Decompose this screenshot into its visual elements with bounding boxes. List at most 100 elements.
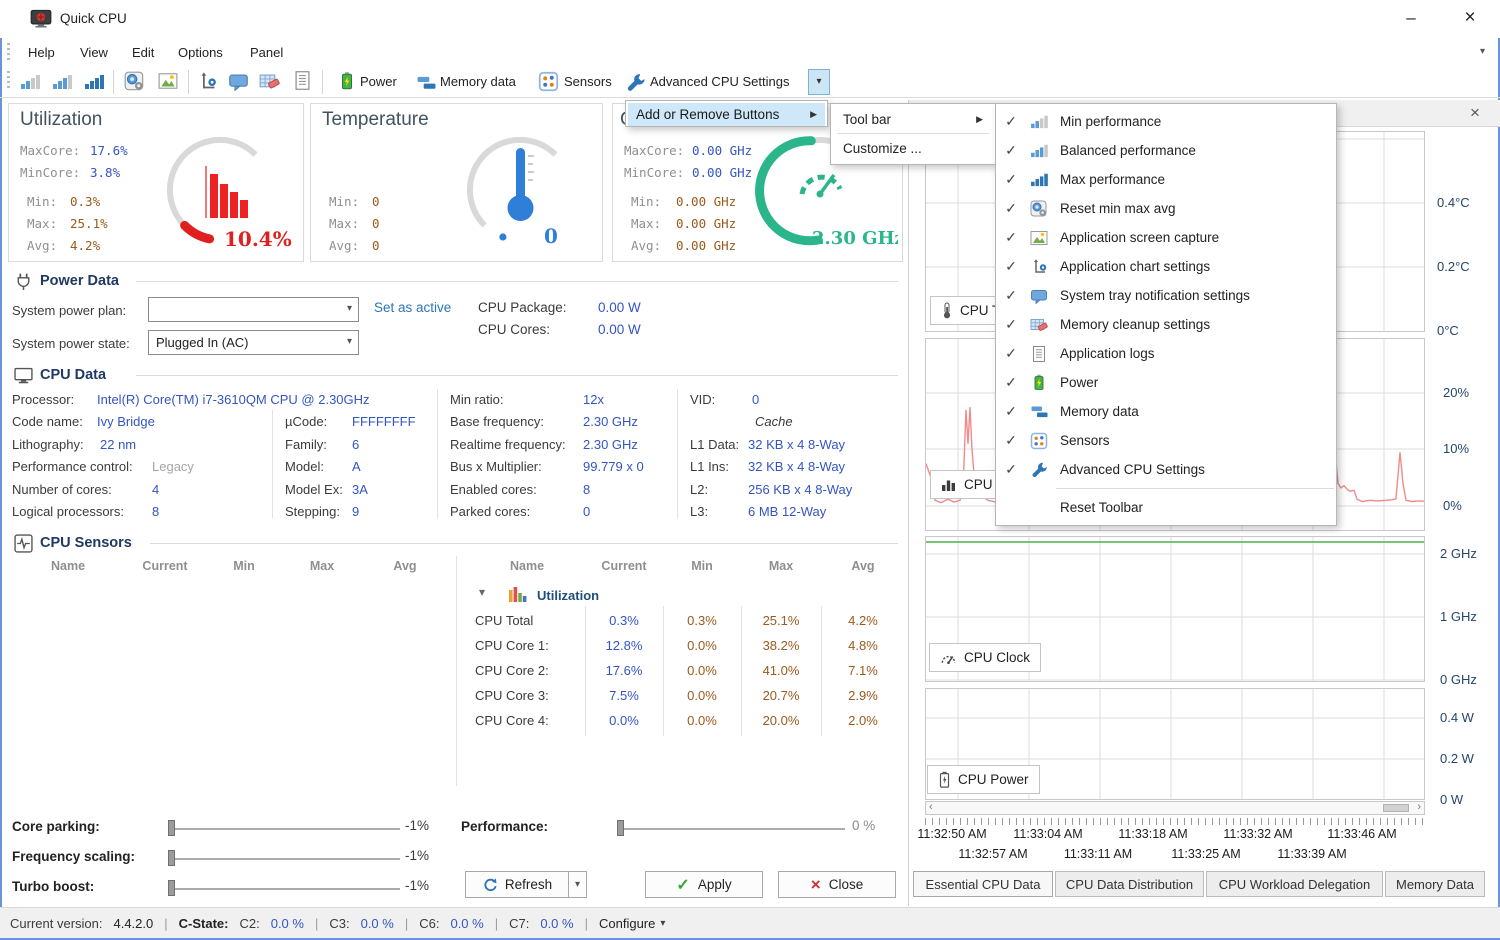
frequency-scaling-slider[interactable] bbox=[168, 858, 400, 860]
tab-cpu-workload-delegation[interactable]: CPU Workload Delegation bbox=[1206, 871, 1383, 897]
sensors-left-col-name[interactable]: Name bbox=[51, 559, 85, 573]
set-as-active-link[interactable]: Set as active bbox=[374, 300, 451, 315]
menu-panel[interactable]: Panel bbox=[250, 45, 283, 60]
menu-item-reset-toolbar[interactable]: Reset Toolbar bbox=[996, 493, 1336, 522]
system-power-state-select[interactable]: Plugged In (AC)▾ bbox=[148, 330, 359, 355]
utilization-group-label[interactable]: Utilization bbox=[537, 588, 599, 603]
temperature-max-label: Max: bbox=[329, 216, 359, 231]
l3-label: L3: bbox=[690, 504, 708, 519]
sensors-col-divider bbox=[663, 606, 664, 736]
sensor-row-name[interactable]: CPU Core 1: bbox=[475, 638, 549, 653]
menu-item-sensors[interactable]: ✓ Sensors bbox=[996, 426, 1336, 455]
menu-item-power[interactable]: ✓ Power bbox=[996, 368, 1336, 397]
core-parking-slider-thumb[interactable] bbox=[168, 820, 175, 836]
menu-edit[interactable]: Edit bbox=[132, 45, 154, 60]
configure-chevron-icon[interactable]: ▾ bbox=[660, 918, 665, 929]
tool-bar-item[interactable]: Tool bar ▶ bbox=[833, 106, 993, 132]
max-performance-icon[interactable] bbox=[84, 73, 104, 90]
status-separator: | bbox=[585, 916, 588, 931]
chart-settings-icon[interactable] bbox=[198, 71, 218, 91]
menubar-overflow-icon[interactable]: ▾ bbox=[1480, 46, 1485, 57]
scrollbar-thumb[interactable] bbox=[1383, 804, 1409, 812]
sensors-right-col-min[interactable]: Min bbox=[691, 559, 713, 573]
scroll-left-icon[interactable]: ‹ bbox=[929, 801, 933, 813]
tab-cpu-data-distribution[interactable]: CPU Data Distribution bbox=[1055, 871, 1204, 897]
menu-help[interactable]: Help bbox=[28, 45, 55, 60]
tab-memory-data[interactable]: Memory Data bbox=[1385, 871, 1485, 897]
menu-item-reset-min-max-avg[interactable]: ✓ Reset min max avg bbox=[996, 194, 1336, 223]
system-power-plan-select[interactable]: ▾ bbox=[148, 297, 359, 322]
application-logs-icon[interactable] bbox=[293, 70, 312, 91]
tray-notification-icon[interactable] bbox=[228, 72, 249, 91]
turbo-boost-slider[interactable] bbox=[168, 888, 400, 890]
menu-item-tray-notification[interactable]: ✓ System tray notification settings bbox=[996, 281, 1336, 310]
sensor-row-name[interactable]: CPU Core 4: bbox=[475, 713, 549, 728]
sensors-right-col-current[interactable]: Current bbox=[601, 559, 646, 573]
turbo-boost-slider-thumb[interactable] bbox=[168, 880, 175, 896]
chart-h-scrollbar[interactable]: ‹ › bbox=[925, 801, 1425, 815]
base-frequency-value: 2.30 GHz bbox=[583, 414, 638, 429]
power-icon[interactable] bbox=[338, 70, 356, 92]
advanced-cpu-settings-button-label[interactable]: Advanced CPU Settings bbox=[650, 74, 789, 89]
sensors-button-label[interactable]: Sensors bbox=[564, 74, 612, 89]
performance-slider[interactable] bbox=[617, 828, 845, 830]
cpu-clock-legend[interactable]: CPU Clock bbox=[929, 643, 1041, 672]
sensors-left-col-current[interactable]: Current bbox=[142, 559, 187, 573]
memory-cleanup-icon[interactable] bbox=[259, 72, 280, 91]
balanced-performance-icon[interactable] bbox=[52, 73, 72, 90]
chart-settings-icon bbox=[1026, 258, 1052, 275]
frequency-scaling-slider-thumb[interactable] bbox=[168, 850, 175, 866]
configure-menu[interactable]: Configure bbox=[599, 916, 655, 931]
sensor-row-name[interactable]: CPU Core 2: bbox=[475, 663, 549, 678]
menu-item-max-performance[interactable]: ✓ Max performance bbox=[996, 165, 1336, 194]
sensor-row-name[interactable]: CPU Core 3: bbox=[475, 688, 549, 703]
tab-essential-cpu-data[interactable]: Essential CPU Data bbox=[913, 871, 1053, 897]
refresh-dropdown-button[interactable]: ▾ bbox=[568, 871, 587, 898]
sensors-icon[interactable] bbox=[538, 71, 559, 92]
menu-item-screen-capture[interactable]: ✓ Application screen capture bbox=[996, 223, 1336, 252]
sensor-row-current: 7.5% bbox=[609, 688, 639, 703]
add-or-remove-buttons-item[interactable]: Add or Remove Buttons ▶ bbox=[628, 103, 825, 126]
cpu-power-legend[interactable]: CPU Power bbox=[927, 765, 1040, 794]
toolbar-dropdown-button[interactable]: ▾ bbox=[808, 69, 830, 95]
sensors-right-col-avg[interactable]: Avg bbox=[851, 559, 874, 573]
charts-panel-close-icon[interactable]: × bbox=[1470, 103, 1480, 123]
menu-item-memory-data[interactable]: ✓ Memory data bbox=[996, 397, 1336, 426]
apply-button[interactable]: ✓ Apply bbox=[645, 871, 763, 898]
menu-item-balanced-performance[interactable]: ✓ Balanced performance bbox=[996, 136, 1336, 165]
customize-item[interactable]: Customize ... bbox=[833, 135, 993, 161]
menu-item-advanced-cpu-settings[interactable]: ✓ Advanced CPU Settings bbox=[996, 455, 1336, 484]
menu-view[interactable]: View bbox=[80, 45, 108, 60]
advanced-cpu-settings-icon[interactable] bbox=[626, 72, 646, 92]
reset-min-max-avg-icon[interactable] bbox=[124, 71, 145, 92]
sensors-left-col-max[interactable]: Max bbox=[310, 559, 334, 573]
group-collapse-chevron-icon[interactable]: ▾ bbox=[479, 585, 485, 599]
menu-item-application-logs[interactable]: ✓ Application logs bbox=[996, 339, 1336, 368]
sensors-right-col-name[interactable]: Name bbox=[510, 559, 544, 573]
menu-item-chart-settings[interactable]: ✓ Application chart settings bbox=[996, 252, 1336, 281]
minimize-button[interactable]: – bbox=[1390, 2, 1432, 34]
sensor-row-name[interactable]: CPU Total bbox=[475, 613, 533, 628]
close-panel-button[interactable]: × Close bbox=[778, 871, 896, 898]
memory-data-icon bbox=[1026, 404, 1052, 419]
menubar-grip[interactable] bbox=[7, 43, 10, 60]
memory-data-button-label[interactable]: Memory data bbox=[440, 74, 516, 89]
menu-item-memory-cleanup[interactable]: ✓ Memory cleanup settings bbox=[996, 310, 1336, 339]
menu-item-min-performance[interactable]: ✓ Min performance bbox=[996, 107, 1336, 136]
sensors-col-divider bbox=[821, 606, 822, 736]
refresh-button[interactable]: Refresh bbox=[465, 871, 569, 898]
sensors-right-col-max[interactable]: Max bbox=[769, 559, 793, 573]
menu-options[interactable]: Options bbox=[178, 45, 223, 60]
performance-slider-thumb[interactable] bbox=[617, 820, 624, 836]
scroll-right-icon[interactable]: › bbox=[1417, 801, 1421, 813]
toolbar-grip[interactable] bbox=[7, 71, 10, 91]
sensors-left-col-min[interactable]: Min bbox=[233, 559, 255, 573]
core-parking-slider[interactable] bbox=[168, 828, 400, 830]
power-button-label[interactable]: Power bbox=[360, 74, 397, 89]
screen-capture-icon[interactable] bbox=[158, 72, 178, 90]
min-performance-icon[interactable] bbox=[20, 73, 40, 90]
sensors-left-col-avg[interactable]: Avg bbox=[393, 559, 416, 573]
close-button[interactable]: × bbox=[1448, 2, 1492, 34]
number-of-cores-value: 4 bbox=[152, 482, 159, 497]
memory-data-icon[interactable] bbox=[417, 74, 436, 91]
